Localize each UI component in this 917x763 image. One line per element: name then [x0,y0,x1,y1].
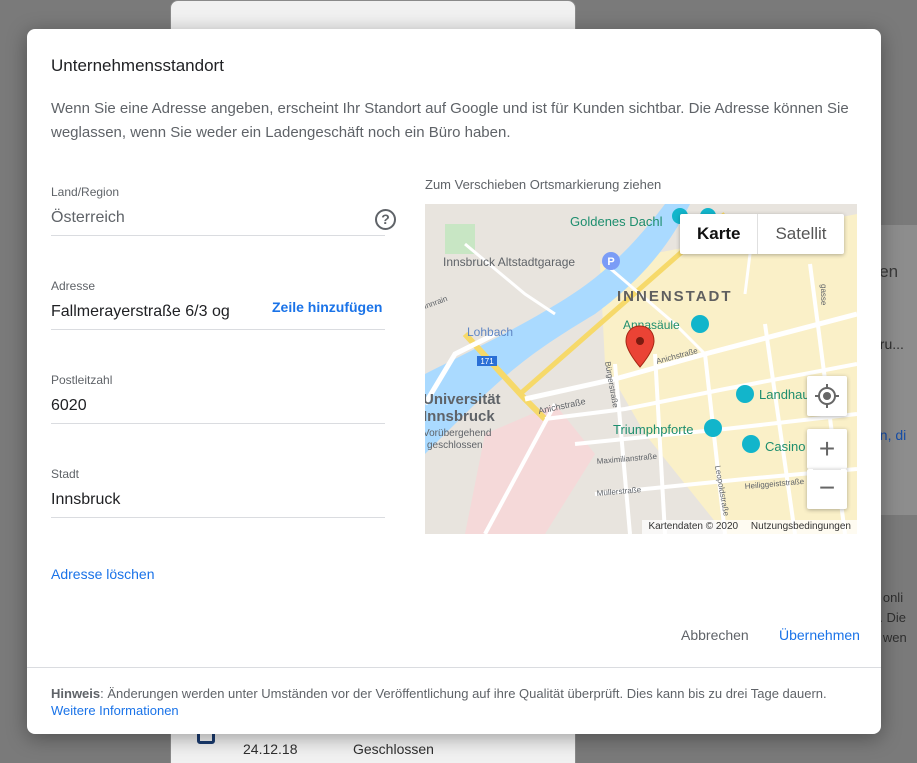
city-value[interactable]: Innsbruck [51,491,385,517]
poi-icon [704,419,722,437]
map-type-toggle[interactable]: Karte Satellit [680,214,844,254]
postal-code-label: Postleitzahl [51,373,113,387]
notice-label: Hinweis [51,686,101,701]
map-label-innenstadt: INNENSTADT [617,288,733,305]
map-label-street: gasse [819,284,828,306]
cancel-button[interactable]: Abbrechen [681,627,749,643]
map-label-universitaet: Universität [425,391,501,408]
dialog-description: Wenn Sie eine Adresse angeben, erscheint… [51,100,849,141]
city-label: Stadt [51,467,80,481]
zoom-in-button[interactable]: + [807,429,847,469]
map-label-triumphpforte: Triumphpforte [613,422,693,437]
notice: Hinweis: Änderungen werden unter Umständ… [27,667,881,734]
poi-icon [742,435,760,453]
address-label: Adresse [51,279,96,293]
map-terms-link[interactable]: Nutzungsbedingungen [751,521,851,532]
map-label-innsbruck: Innsbruck [425,408,495,425]
bg-status: Geschlossen [353,741,434,757]
my-location-button[interactable] [807,376,847,416]
dialog-title: Unternehmensstandort [51,56,224,75]
poi-icon [736,385,754,403]
zoom-out-button[interactable]: − [807,469,847,509]
country-value[interactable]: Österreich [51,209,385,235]
map[interactable]: 171 Goldenes Dachl Innsbruck Altstadtgar… [425,204,857,534]
map-label-goldenes-dachl: Goldenes Dachl [570,214,663,229]
country-label: Land/Region [51,185,120,199]
add-line-button[interactable]: Zeile hinzufügen [272,299,382,315]
map-label-casino: Casino [765,439,805,454]
map-label-garage: Innsbruck Altstadtgarage [443,255,575,269]
postal-code-value[interactable]: 6020 [51,397,385,423]
crosshair-icon [815,384,839,408]
bg-date: 24.12.18 [243,741,298,757]
business-location-dialog: Unternehmensstandort Wenn Sie eine Adres… [27,29,881,734]
map-label-lohbach: Lohbach [467,325,513,339]
map-footer: Kartendaten © 2020 Nutzungsbedingungen [642,520,857,534]
map-label-temp-closed: Vorübergehend [425,428,491,439]
map-label-street: Müllerstraße [596,485,642,498]
map-label-street: Innrain [425,294,449,311]
country-field[interactable]: Land/Region Österreich [51,185,385,236]
map-type-satellite-button[interactable]: Satellit [758,214,843,254]
help-icon[interactable]: ? [375,209,396,230]
zoom-divider [813,469,841,470]
more-info-link[interactable]: Weitere Informationen [51,703,179,718]
route-label: 171 [480,357,494,366]
map-label-street: Maximilianstraße [596,452,658,466]
postal-code-field[interactable]: Postleitzahl 6020 [51,373,385,424]
map-type-map-button[interactable]: Karte [680,214,759,254]
poi-icon [691,315,709,333]
apply-button[interactable]: Übernehmen [779,627,860,643]
map-data-credit: Kartendaten © 2020 [648,521,739,532]
svg-text:P: P [607,256,614,268]
city-field[interactable]: Stadt Innsbruck [51,467,385,518]
map-hint: Zum Verschieben Ortsmarkierung ziehen [425,177,662,192]
map-label-temp-closed: geschlossen [427,440,483,451]
notice-text: : Änderungen werden unter Umständen vor … [100,686,827,701]
delete-address-link[interactable]: Adresse löschen [51,566,155,582]
